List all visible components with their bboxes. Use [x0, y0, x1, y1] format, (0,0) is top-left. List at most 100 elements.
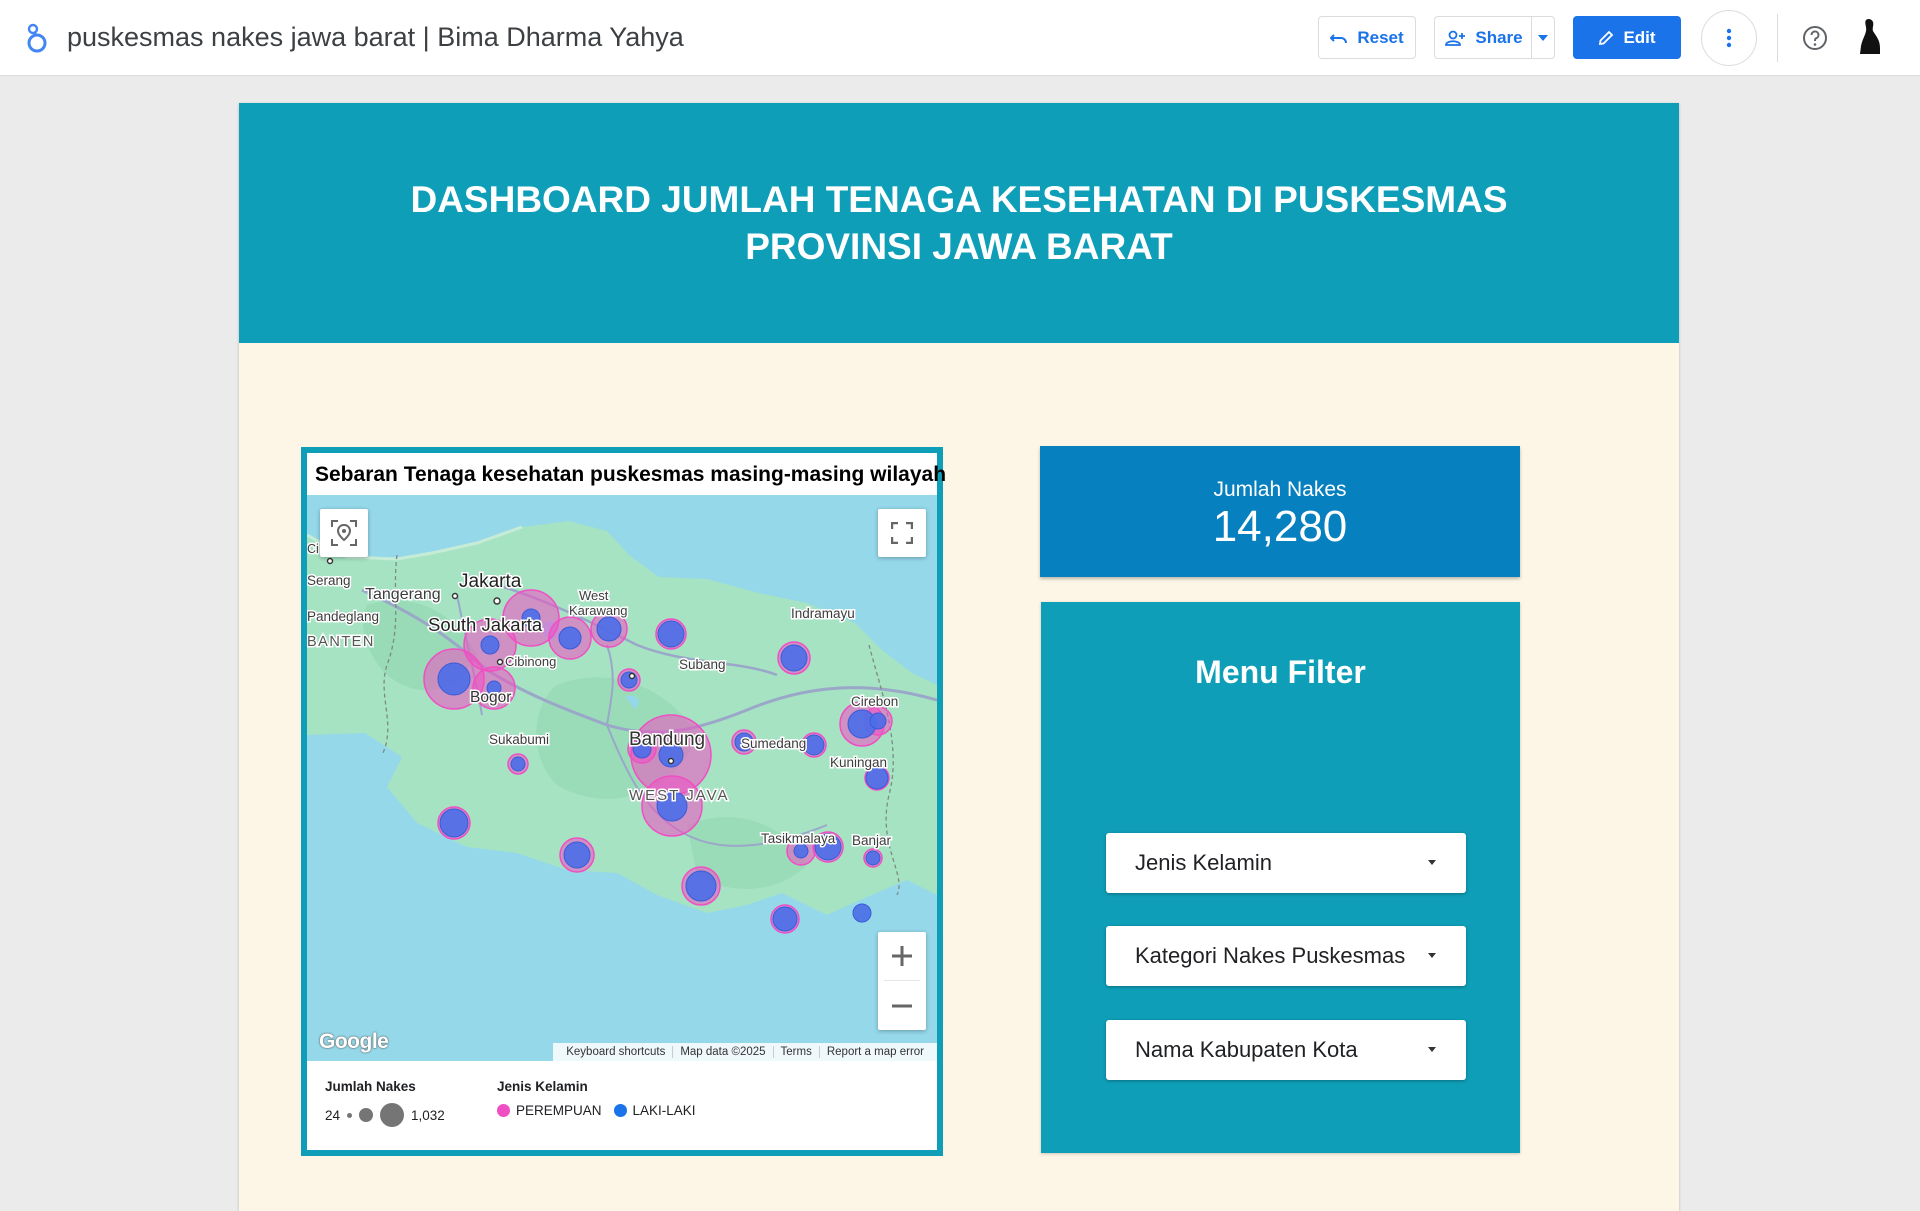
report-title: puskesmas nakes jawa barat | Bima Dharma…	[67, 22, 684, 52]
bubble-laki-laki[interactable]	[685, 870, 717, 902]
map-viewport[interactable]: Ci Serang Jakarta Tangerang Pandeglang W…	[307, 495, 937, 1061]
recenter-map-button[interactable]	[320, 509, 368, 557]
legend-color-title: Jenis Kelamin	[497, 1079, 588, 1094]
chevron-down-icon	[1538, 34, 1548, 41]
place-label: Tasikmalaya	[761, 831, 836, 846]
share-button[interactable]: Share	[1434, 16, 1532, 59]
edit-button[interactable]: Edit	[1573, 16, 1681, 59]
legend-size-min: 24	[325, 1107, 341, 1123]
bubble-laki-laki[interactable]	[852, 903, 872, 923]
place-label: Banjar	[852, 833, 892, 848]
add-person-icon	[1445, 30, 1466, 46]
share-label: Share	[1475, 27, 1523, 47]
legend-laki-laki-label: LAKI-LAKI	[632, 1103, 696, 1118]
app-toolbar: puskesmas nakes jawa barat | Bima Dharma…	[0, 0, 1920, 76]
map-legend: Jumlah Nakes Jenis Kelamin 24 1,032 PERE…	[307, 1061, 937, 1150]
place-label: Bogor	[470, 689, 511, 706]
reset-label: Reset	[1357, 27, 1404, 47]
minus-icon	[892, 1004, 912, 1008]
scorecard-value: 14,280	[1212, 502, 1348, 551]
legend-size-scale: 24 1,032	[325, 1103, 445, 1127]
place-label: BANTEN	[307, 634, 375, 650]
place-label: Pandeglang	[307, 609, 379, 624]
jumlah-nakes-scorecard[interactable]: Jumlah Nakes 14,280	[1040, 446, 1520, 577]
place-label: Subang	[679, 657, 726, 672]
reset-button[interactable]: Reset	[1318, 16, 1416, 59]
more-vert-icon	[1726, 28, 1732, 48]
bubble-laki-laki[interactable]	[439, 808, 469, 838]
avatar[interactable]	[1856, 18, 1884, 56]
scorecard-label: Jumlah Nakes	[1213, 478, 1347, 501]
place-label: Sukabumi	[489, 732, 549, 747]
report-canvas: DASHBOARD JUMLAH TENAGA KESEHATAN DI PUS…	[239, 103, 1679, 1211]
place-label: Cibinong	[505, 654, 556, 669]
map-canvas[interactable]: Ci Serang Jakarta Tangerang Pandeglang W…	[307, 495, 937, 1061]
map-attribution: Keyboard shortcuts Map data ©2025 Terms …	[553, 1043, 937, 1061]
dashboard-title: DASHBOARD JUMLAH TENAGA KESEHATAN DI PUS…	[410, 179, 1508, 267]
map-data-label: Map data ©2025	[672, 1046, 772, 1058]
dropdown-label: Kategori Nakes Puskesmas	[1135, 943, 1406, 968]
bubble-laki-laki[interactable]	[793, 843, 809, 859]
more-options-button[interactable]	[1701, 10, 1757, 66]
bubble-laki-laki[interactable]	[596, 616, 622, 642]
dropdown-label: Nama Kabupaten Kota	[1135, 1037, 1358, 1062]
bubble-laki-laki[interactable]	[803, 734, 825, 756]
filter-title: Menu Filter	[1195, 654, 1366, 690]
place-label: Ci	[307, 542, 319, 556]
zoom-out-button[interactable]	[878, 982, 926, 1030]
place-label: Jakarta	[459, 571, 522, 592]
plus-icon	[892, 946, 912, 966]
kategori-nakes-dropdown[interactable]: Kategori Nakes Puskesmas	[1106, 926, 1466, 986]
place-label: Kuningan	[830, 755, 887, 770]
legend-perempuan-label: PEREMPUAN	[516, 1103, 602, 1118]
bubble-laki-laki[interactable]	[510, 756, 526, 772]
place-label: Karawang	[569, 603, 628, 618]
bubble-laki-laki[interactable]	[772, 906, 798, 932]
legend-categories: PEREMPUAN LAKI-LAKI	[497, 1103, 696, 1118]
place-label: Cirebon	[851, 694, 898, 709]
toolbar-divider	[1777, 14, 1778, 62]
help-icon[interactable]	[1801, 24, 1829, 52]
header-banner: DASHBOARD JUMLAH TENAGA KESEHATAN DI PUS…	[239, 103, 1679, 343]
legend-size-dot-small	[347, 1112, 353, 1118]
place-label: Serang	[307, 573, 351, 588]
undo-icon	[1330, 33, 1348, 43]
legend-size-dot-large	[380, 1103, 405, 1127]
zoom-in-button[interactable]	[878, 932, 926, 980]
bubble-laki-laki[interactable]	[869, 712, 887, 730]
bubble-laki-laki[interactable]	[865, 766, 889, 790]
looker-studio-logo-icon[interactable]	[24, 22, 50, 54]
report-map-error-link[interactable]: Report a map error	[818, 1046, 931, 1058]
share-options-button[interactable]	[1531, 16, 1555, 59]
place-label: Tangerang	[365, 586, 441, 603]
bubble-laki-laki[interactable]	[865, 850, 881, 866]
jenis-kelamin-dropdown[interactable]: Jenis Kelamin	[1106, 833, 1466, 893]
place-label: Indramayu	[791, 606, 855, 621]
terms-link[interactable]: Terms	[772, 1046, 819, 1058]
fullscreen-button[interactable]	[878, 509, 926, 557]
legend-size-title: Jumlah Nakes	[325, 1079, 416, 1094]
place-label: WEST JAVA	[629, 787, 730, 804]
bubble-laki-laki[interactable]	[437, 662, 471, 696]
caret-down-icon	[1428, 860, 1436, 865]
bubble-laki-laki[interactable]	[558, 626, 582, 650]
zoom-controls	[878, 932, 926, 1030]
caret-down-icon	[1428, 953, 1436, 958]
fullscreen-icon	[891, 522, 913, 544]
bubble-laki-laki[interactable]	[480, 635, 500, 655]
dropdown-label: Jenis Kelamin	[1135, 850, 1272, 875]
map-title: Sebaran Tenaga kesehatan puskesmas masin…	[315, 463, 947, 486]
caret-down-icon	[1428, 1047, 1436, 1052]
pencil-icon	[1599, 30, 1614, 45]
kabupaten-kota-dropdown[interactable]: Nama Kabupaten Kota	[1106, 1020, 1466, 1080]
google-logo: Google	[319, 1030, 389, 1053]
bubble-map-chart: Sebaran Tenaga kesehatan puskesmas masin…	[301, 447, 947, 1156]
bubble-laki-laki[interactable]	[780, 644, 808, 672]
legend-laki-laki-swatch	[613, 1104, 627, 1117]
bubble-laki-laki[interactable]	[657, 620, 685, 648]
keyboard-shortcuts-link[interactable]: Keyboard shortcuts	[559, 1046, 672, 1058]
bubble-laki-laki[interactable]	[563, 841, 591, 869]
legend-perempuan-swatch	[497, 1104, 510, 1117]
edit-label: Edit	[1623, 27, 1656, 47]
place-label: Bandung	[629, 729, 705, 750]
